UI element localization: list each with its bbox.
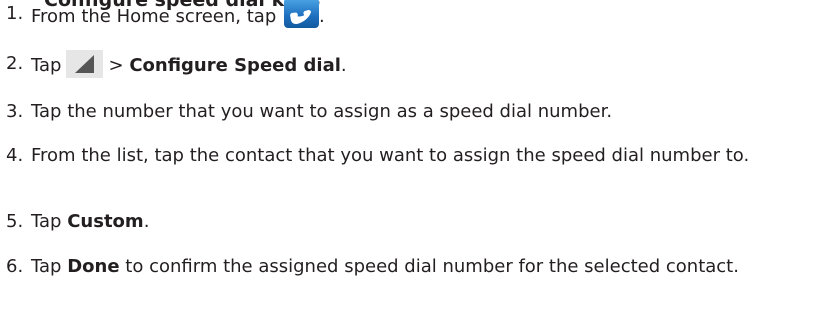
step-text: From the list, tap the contact that you … (31, 145, 750, 166)
step-number: 6. (6, 256, 24, 277)
step-bold-text: Configure Speed dial (129, 55, 341, 76)
step-text-before: Tap (31, 256, 62, 277)
separator: > (108, 55, 124, 76)
step-text: From the Home screen, tap . (31, 0, 815, 32)
step-text-after: . (340, 55, 347, 76)
step-number: 2. (6, 53, 24, 74)
step-text-after: . (318, 6, 325, 27)
step-number: 4. (6, 145, 24, 166)
step-text-after: to confirm the assigned speed dial numbe… (125, 256, 739, 277)
step-text: Tap > Configure Speed dial. (31, 50, 815, 80)
step-text-after: . (143, 211, 150, 232)
phone-icon (283, 0, 319, 28)
step-text-before: From the Home screen, tap (31, 6, 277, 27)
step-text: Tap the number that you want to assign a… (31, 101, 613, 122)
step-bold-text: Done (67, 256, 120, 277)
step-bold-text: Custom (67, 211, 144, 232)
step-text-before: Tap (31, 55, 62, 76)
menu-icon (66, 50, 104, 78)
step-text: Tap Done to confirm the assigned speed d… (31, 255, 815, 278)
step-text: Tap Custom. (31, 210, 815, 233)
document-page: Configure speed dial keys 1. From the Ho… (0, 0, 826, 324)
step-number: 5. (6, 211, 24, 232)
step-number: 3. (6, 101, 24, 122)
step-number: 1. (6, 3, 24, 24)
step-text-before: Tap (31, 211, 62, 232)
